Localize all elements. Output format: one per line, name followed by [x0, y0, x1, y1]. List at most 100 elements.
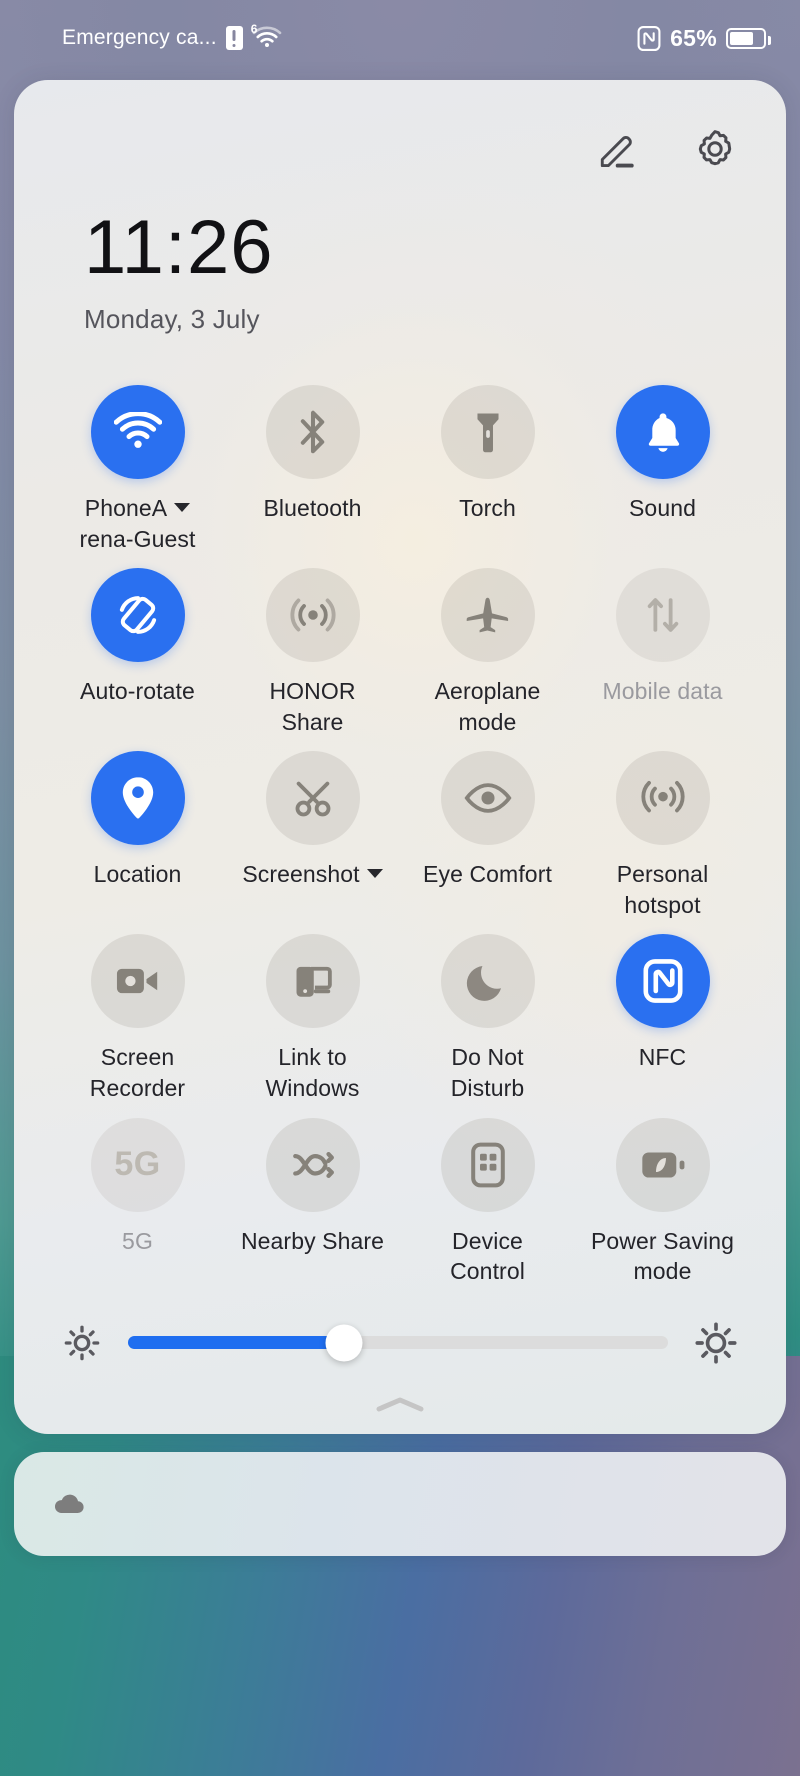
brightness-slider-row	[14, 1287, 786, 1365]
tile-label: Mobile data	[602, 678, 723, 705]
tile-label: Screen Recorder	[52, 1042, 224, 1103]
tile-label-line1: PhoneA	[84, 495, 168, 521]
tile-eye-comfort[interactable]: Eye Comfort	[400, 745, 575, 920]
status-bar: Emergency ca... 6 65%	[0, 0, 800, 76]
tile-label-line2: mode	[458, 708, 517, 735]
tile-aeroplane-mode[interactable]: Aeroplane mode	[400, 562, 575, 737]
tile-label-line2: Control	[450, 1258, 525, 1285]
brightness-fill	[128, 1336, 344, 1350]
tile-5g[interactable]: 5G 5G	[50, 1112, 225, 1287]
tile-label: Nearby Share	[240, 1227, 385, 1254]
tile-wifi[interactable]: PhoneA rena-Guest	[50, 379, 225, 554]
edit-pencil-icon[interactable]	[590, 122, 644, 176]
tile-label-line1: HONOR	[269, 678, 356, 705]
wifi-6-icon: 6	[250, 22, 282, 51]
tile-nearby-share[interactable]: Nearby Share	[225, 1112, 400, 1287]
mobile-data-icon[interactable]	[615, 568, 710, 663]
auto-rotate-icon[interactable]	[90, 568, 185, 663]
cloud-icon	[52, 1491, 86, 1517]
tile-label: Auto-rotate	[80, 678, 195, 705]
chevron-up-icon	[376, 1397, 424, 1412]
tile-screen-recorder[interactable]: Screen Recorder	[50, 928, 225, 1103]
tile-do-not-disturb[interactable]: Do Not Disturb	[400, 928, 575, 1103]
brightness-high-icon	[694, 1321, 738, 1365]
tile-label: PhoneA rena-Guest	[52, 493, 224, 554]
tile-label-line2: Windows	[265, 1075, 360, 1102]
tile-label: HONOR Share	[235, 676, 390, 737]
status-bar-left: Emergency ca... 6	[62, 22, 282, 51]
tile-device-control[interactable]: Device Control	[400, 1112, 575, 1287]
video-camera-icon[interactable]	[90, 934, 185, 1029]
screenshot-icon[interactable]	[265, 751, 360, 846]
tile-label-line2: hotspot	[624, 891, 701, 918]
clock-date: Monday, 3 July	[84, 304, 260, 334]
clock-time: 11:26	[84, 205, 274, 290]
chevron-down-icon[interactable]	[174, 502, 191, 512]
chevron-down-icon[interactable]	[366, 869, 383, 879]
tile-label-line2: Disturb	[450, 1075, 525, 1102]
battery-icon	[726, 27, 771, 49]
tile-bluetooth[interactable]: Bluetooth	[225, 379, 400, 554]
tile-label: Power Saving mode	[577, 1226, 749, 1287]
gear-icon[interactable]	[688, 122, 742, 176]
tile-label: Sound	[628, 495, 696, 521]
nfc-icon[interactable]	[615, 934, 710, 1029]
tile-honor-share[interactable]: HONOR Share	[225, 562, 400, 737]
clock-block: 11:26 Monday, 3 July	[14, 176, 786, 335]
wifi-generation-label: 6	[250, 22, 258, 36]
tile-label-line1: Personal	[616, 861, 709, 888]
tile-label-line1: Power Saving	[590, 1227, 735, 1254]
carrier-label: Emergency ca...	[62, 26, 217, 49]
tile-personal-hotspot[interactable]: Personal hotspot	[575, 745, 750, 920]
location-pin-icon[interactable]	[90, 751, 185, 846]
nearby-share-icon[interactable]	[265, 1117, 360, 1212]
5g-icon[interactable]: 5G	[90, 1117, 185, 1212]
bluetooth-icon[interactable]	[265, 385, 360, 479]
tile-torch[interactable]: Torch	[400, 379, 575, 554]
panel-toolbar	[14, 80, 786, 176]
tile-screenshot[interactable]: Screenshot	[225, 745, 400, 920]
power-saving-icon[interactable]	[615, 1117, 710, 1212]
wifi-icon[interactable]	[90, 385, 185, 479]
status-bar-right: 65%	[637, 25, 771, 52]
torch-icon[interactable]	[440, 385, 535, 479]
quick-settings-panel: 11:26 Monday, 3 July PhoneA rena-Guest B…	[14, 80, 786, 1434]
aeroplane-icon[interactable]	[440, 568, 535, 663]
tile-label: Device Control	[411, 1226, 564, 1287]
eye-icon[interactable]	[440, 751, 535, 846]
tile-label-line2: Recorder	[89, 1075, 186, 1102]
tile-sound[interactable]: Sound	[575, 379, 750, 554]
nfc-status-icon	[637, 25, 661, 51]
brightness-low-icon	[62, 1323, 102, 1363]
device-control-icon[interactable]	[440, 1117, 535, 1212]
tile-nfc[interactable]: NFC	[575, 928, 750, 1103]
tile-location[interactable]: Location	[50, 745, 225, 920]
tile-label: Link to Windows	[228, 1042, 397, 1103]
brightness-knob[interactable]	[325, 1324, 363, 1362]
tile-power-saving[interactable]: Power Saving mode	[575, 1112, 750, 1287]
tile-label: Personal hotspot	[577, 859, 749, 920]
brightness-slider[interactable]	[128, 1324, 668, 1362]
tile-label: Torch	[459, 495, 516, 521]
tile-label: NFC	[638, 1044, 687, 1071]
panel-drag-handle[interactable]	[14, 1394, 786, 1416]
tile-label-text: Screenshot	[242, 861, 360, 888]
link-to-windows-icon[interactable]	[265, 934, 360, 1029]
notification-shelf[interactable]	[14, 1452, 786, 1556]
tile-label-line1: Device	[452, 1227, 523, 1254]
tile-label-line1: Link to	[278, 1044, 347, 1071]
tile-mobile-data[interactable]: Mobile data	[575, 562, 750, 737]
tile-label-line1: Screen	[100, 1044, 175, 1071]
toggle-grid: PhoneA rena-Guest Bluetooth Torch Sound …	[14, 379, 786, 1287]
bell-icon[interactable]	[615, 385, 710, 479]
tile-auto-rotate[interactable]: Auto-rotate	[50, 562, 225, 737]
tile-link-to-windows[interactable]: Link to Windows	[225, 928, 400, 1103]
tile-label-line2: mode	[633, 1258, 692, 1285]
tile-label-line2: Share	[281, 708, 344, 735]
hotspot-icon[interactable]	[615, 751, 710, 846]
tile-label: 5G	[122, 1227, 153, 1254]
tile-label: Aeroplane mode	[402, 676, 573, 737]
tile-label: Screenshot	[242, 859, 383, 890]
moon-icon[interactable]	[440, 934, 535, 1029]
honor-share-icon[interactable]	[265, 568, 360, 663]
